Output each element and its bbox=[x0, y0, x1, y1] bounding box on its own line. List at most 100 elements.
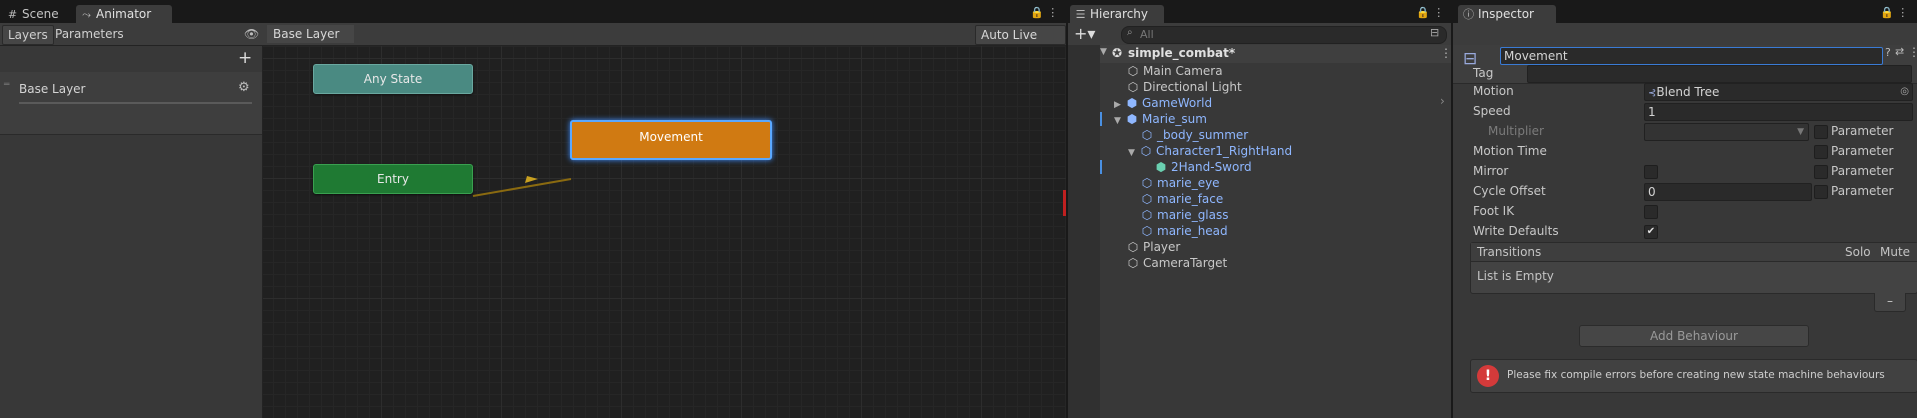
cycle-offset-label: Cycle Offset bbox=[1473, 184, 1546, 198]
write-defaults-label: Write Defaults bbox=[1473, 224, 1559, 238]
add-behaviour-button[interactable]: Add Behaviour bbox=[1579, 325, 1809, 347]
breadcrumb[interactable]: Base Layer bbox=[267, 25, 354, 43]
hierarchy-lock-menu[interactable]: 🔒 ⋮ bbox=[1416, 6, 1444, 19]
mirror-parameter-checkbox[interactable] bbox=[1814, 165, 1828, 179]
chevron-down-icon[interactable]: ▼ bbox=[1100, 47, 1107, 57]
cube-icon: ⬡ bbox=[1141, 192, 1153, 206]
motion-field[interactable]: ⊰Blend Tree ◎ bbox=[1644, 83, 1913, 101]
list-item[interactable]: ⬡ marie_glass bbox=[1140, 207, 1229, 223]
search-icon: ⌕ bbox=[1127, 27, 1133, 38]
add-layer-button[interactable]: + bbox=[238, 48, 252, 68]
cube-icon: ⬡ bbox=[1141, 208, 1153, 222]
list-item[interactable]: ⬡ Directional Light bbox=[1126, 79, 1242, 95]
transition-line[interactable] bbox=[472, 178, 572, 197]
tag-label: Tag bbox=[1473, 66, 1494, 80]
eye-icon[interactable]: 👁 bbox=[244, 27, 259, 41]
state-entry[interactable]: Entry bbox=[313, 164, 473, 194]
state-movement[interactable]: Movement bbox=[570, 120, 772, 160]
layer-row-base[interactable]: ═ Base Layer ⚙ bbox=[0, 72, 262, 135]
solo-label: Solo bbox=[1845, 245, 1871, 259]
animator-window: Layers Parameters 👁 Base Layer Auto Live… bbox=[0, 23, 1066, 418]
state-name-field[interactable]: Movement bbox=[1500, 47, 1883, 65]
tab-inspector[interactable]: ⓘ Inspector bbox=[1458, 5, 1556, 24]
transitions-header: Transitions Solo Mute bbox=[1471, 243, 1917, 262]
transition-lines bbox=[472, 176, 1066, 216]
hierarchy-window: +▾ ⌕ All ⊟ ▼ ✪ simple_combat* ⋮ ⬡ Main Ca… bbox=[1068, 23, 1452, 418]
info-icon: ⓘ bbox=[1463, 8, 1474, 21]
parameter-label: Parameter bbox=[1831, 144, 1894, 158]
grid-icon: # bbox=[7, 8, 18, 21]
cube-icon: ⬡ bbox=[1140, 144, 1152, 158]
list-item[interactable]: ▶ ⬢ GameWorld bbox=[1114, 95, 1212, 111]
motion-time-label: Motion Time bbox=[1473, 144, 1547, 158]
scene-header-row[interactable]: ▼ ✪ simple_combat* ⋮ bbox=[1100, 45, 1452, 63]
layers-panel: + ═ Base Layer ⚙ bbox=[0, 46, 263, 418]
graph-toolbar: Base Layer Auto Live Link bbox=[263, 23, 1066, 60]
mirror-label: Mirror bbox=[1473, 164, 1509, 178]
chevron-down-icon[interactable]: ▼ bbox=[1114, 113, 1125, 129]
drag-handle-icon[interactable]: ═ bbox=[4, 80, 9, 90]
parameter-label: Parameter bbox=[1831, 124, 1894, 138]
more-menu-icon[interactable]: ⋮ bbox=[1908, 45, 1917, 59]
help-icon[interactable]: ? bbox=[1885, 46, 1891, 59]
multiplier-parameter-checkbox[interactable] bbox=[1814, 125, 1828, 139]
remove-transition-button[interactable]: – bbox=[1874, 293, 1906, 312]
list-item[interactable]: ⬢ 2Hand-Sword bbox=[1154, 159, 1252, 175]
cube-icon: ⬡ bbox=[1127, 80, 1139, 94]
foot-ik-checkbox[interactable] bbox=[1644, 205, 1658, 219]
mute-label: Mute bbox=[1880, 245, 1911, 259]
search-options-icon[interactable]: ⊟ bbox=[1430, 26, 1439, 39]
tab-hierarchy[interactable]: ☰ Hierarchy bbox=[1070, 5, 1164, 24]
list-item[interactable]: ▼ ⬡ Character1_RightHand bbox=[1128, 143, 1292, 159]
inspector-lock-menu[interactable]: 🔒 ⋮ bbox=[1880, 6, 1908, 19]
scene-name: simple_combat* bbox=[1128, 46, 1236, 60]
inspector-toolbar bbox=[1453, 23, 1917, 45]
list-item[interactable]: ⬡ Player bbox=[1126, 239, 1181, 255]
list-item[interactable]: ⬡ marie_face bbox=[1140, 191, 1224, 207]
list-item[interactable]: ⬡ _body_summer bbox=[1140, 127, 1248, 143]
list-item[interactable]: ⬡ Main Camera bbox=[1126, 63, 1223, 79]
layers-tab[interactable]: Layers bbox=[2, 25, 54, 45]
inspector-header: ⊟ Movement ? ⇄ ⋮ Tag bbox=[1453, 45, 1917, 84]
animator-lock-menu[interactable]: 🔒 ⋮ bbox=[1030, 6, 1058, 19]
prefab-icon: ⬢ bbox=[1126, 112, 1138, 126]
object-picker-icon[interactable]: ◎ bbox=[1900, 84, 1909, 100]
list-item[interactable]: ⬡ marie_eye bbox=[1140, 175, 1220, 191]
cube-icon: ⬡ bbox=[1127, 64, 1139, 78]
foot-ik-label: Foot IK bbox=[1473, 204, 1515, 218]
chevron-right-icon[interactable]: › bbox=[1440, 94, 1445, 108]
list-item[interactable]: ⬡ marie_head bbox=[1140, 223, 1228, 239]
auto-live-link-button[interactable]: Auto Live Link bbox=[975, 25, 1066, 60]
preset-icon[interactable]: ⇄ bbox=[1895, 45, 1904, 58]
chevron-down-icon[interactable]: ▼ bbox=[1128, 145, 1139, 161]
hierarchy-gutter bbox=[1068, 45, 1100, 418]
override-marker bbox=[1100, 160, 1102, 174]
compile-error-warning: ! Please fix compile errors before creat… bbox=[1470, 359, 1917, 393]
tag-field[interactable] bbox=[1527, 65, 1912, 83]
cube-icon: ⬡ bbox=[1141, 224, 1153, 238]
hierarchy-search-input[interactable]: ⌕ All bbox=[1121, 26, 1447, 44]
cube-icon: ⬡ bbox=[1127, 256, 1139, 270]
parameter-label: Parameter bbox=[1831, 164, 1894, 178]
cycle-offset-parameter-checkbox[interactable] bbox=[1814, 185, 1828, 199]
warning-text: Please fix compile errors before creatin… bbox=[1507, 369, 1885, 381]
cube-icon: ⬡ bbox=[1141, 128, 1153, 142]
state-machine-graph[interactable] bbox=[263, 46, 1066, 418]
prefab-icon: ⬢ bbox=[1126, 96, 1138, 110]
add-object-button[interactable]: +▾ bbox=[1074, 24, 1095, 43]
mirror-checkbox[interactable] bbox=[1644, 165, 1658, 179]
unity-scene-icon: ✪ bbox=[1112, 46, 1123, 60]
cube-icon: ⬡ bbox=[1141, 176, 1153, 190]
scene-menu-icon[interactable]: ⋮ bbox=[1440, 46, 1452, 60]
list-item[interactable]: ⬡ CameraTarget bbox=[1126, 255, 1227, 271]
speed-field[interactable]: 1 bbox=[1644, 103, 1913, 121]
tab-scene[interactable]: # Scene bbox=[2, 5, 65, 24]
gear-icon[interactable]: ⚙ bbox=[238, 80, 250, 95]
state-any-state[interactable]: Any State bbox=[313, 64, 473, 94]
write-defaults-checkbox[interactable]: ✔ bbox=[1644, 225, 1658, 239]
parameters-tab[interactable]: Parameters bbox=[50, 25, 129, 43]
tab-animator[interactable]: ⤳ Animator bbox=[76, 5, 172, 24]
cycle-offset-field[interactable]: 0 bbox=[1644, 183, 1812, 201]
motion-time-parameter-checkbox[interactable] bbox=[1814, 145, 1828, 159]
list-item[interactable]: ▼ ⬢ Marie_sum bbox=[1114, 111, 1207, 127]
